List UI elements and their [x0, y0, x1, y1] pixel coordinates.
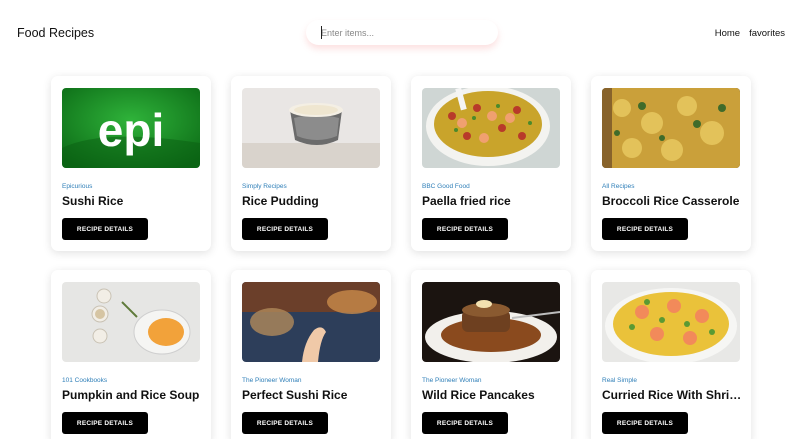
recipe-title: Broccoli Rice Casserole [602, 194, 740, 208]
recipe-title: Sushi Rice [62, 194, 124, 208]
recipe-title: Pumpkin and Rice Soup [62, 388, 200, 402]
recipe-details-button[interactable]: RECIPE DETAILS [242, 218, 328, 240]
sushi-hand-image [242, 282, 380, 362]
text-caret [321, 26, 322, 39]
casserole-image [602, 88, 740, 168]
recipe-details-button[interactable]: RECIPE DETAILS [602, 412, 688, 434]
recipe-title: Rice Pudding [242, 194, 319, 208]
recipe-source: Real Simple [602, 377, 638, 384]
recipe-details-button[interactable]: RECIPE DETAILS [422, 218, 508, 240]
curried-shrimp-image [602, 282, 740, 362]
recipe-details-button[interactable]: RECIPE DETAILS [62, 218, 148, 240]
search-box[interactable] [306, 20, 498, 45]
recipe-details-button[interactable]: RECIPE DETAILS [62, 412, 148, 434]
recipe-source: Simply Recipes [242, 183, 287, 190]
recipe-card: All Recipes Broccoli Rice Casserole RECI… [591, 76, 751, 251]
recipe-source: 101 Cookbooks [62, 377, 108, 384]
recipe-source: The Pioneer Woman [422, 377, 482, 384]
recipe-image[interactable] [242, 88, 380, 168]
recipe-card: The Pioneer Woman Perfect Sushi Rice REC… [231, 270, 391, 439]
recipe-card: Real Simple Curried Rice With Shrimp REC… [591, 270, 751, 439]
recipe-image[interactable] [602, 88, 740, 168]
recipe-details-button[interactable]: RECIPE DETAILS [602, 218, 688, 240]
recipe-details-button[interactable]: RECIPE DETAILS [242, 412, 328, 434]
recipe-image[interactable]: epi [62, 88, 200, 168]
recipe-card: 101 Cookbooks Pumpkin and Rice Soup RECI… [51, 270, 211, 439]
recipe-details-button[interactable]: RECIPE DETAILS [422, 412, 508, 434]
top-bar: Food Recipes Home favorites [0, 0, 802, 66]
rice-pudding-image [242, 88, 380, 168]
nav-favorites-link[interactable]: favorites [749, 28, 785, 39]
search-input[interactable] [306, 20, 498, 45]
recipe-source: Epicurious [62, 183, 93, 190]
recipe-card: The Pioneer Woman Wild Rice Pancakes REC… [411, 270, 571, 439]
recipe-image[interactable] [422, 282, 560, 362]
epi-logo-image: epi [62, 88, 200, 168]
svg-text:epi: epi [98, 104, 164, 156]
recipe-card: Simply Recipes Rice Pudding RECIPE DETAI… [231, 76, 391, 251]
recipe-title: Curried Rice With Shrimp [602, 388, 742, 402]
recipe-image[interactable] [242, 282, 380, 362]
recipe-card: epi Epicurious Sushi Rice RECIPE DETAILS [51, 76, 211, 251]
recipe-source: All Recipes [602, 183, 635, 190]
recipe-image[interactable] [602, 282, 740, 362]
paella-bowl-image [422, 88, 560, 168]
nav-home-link[interactable]: Home [715, 28, 740, 39]
recipe-card: BBC Good Food Paella fried rice RECIPE D… [411, 76, 571, 251]
nav-links: Home favorites [715, 28, 785, 39]
brand-title[interactable]: Food Recipes [17, 26, 94, 40]
recipe-title: Wild Rice Pancakes [422, 388, 535, 402]
recipe-source: BBC Good Food [422, 183, 470, 190]
recipe-source: The Pioneer Woman [242, 377, 302, 384]
pumpkin-soup-image [62, 282, 200, 362]
recipe-image[interactable] [62, 282, 200, 362]
recipe-image[interactable] [422, 88, 560, 168]
recipe-title: Perfect Sushi Rice [242, 388, 348, 402]
pancakes-image [422, 282, 560, 362]
recipe-title: Paella fried rice [422, 194, 511, 208]
